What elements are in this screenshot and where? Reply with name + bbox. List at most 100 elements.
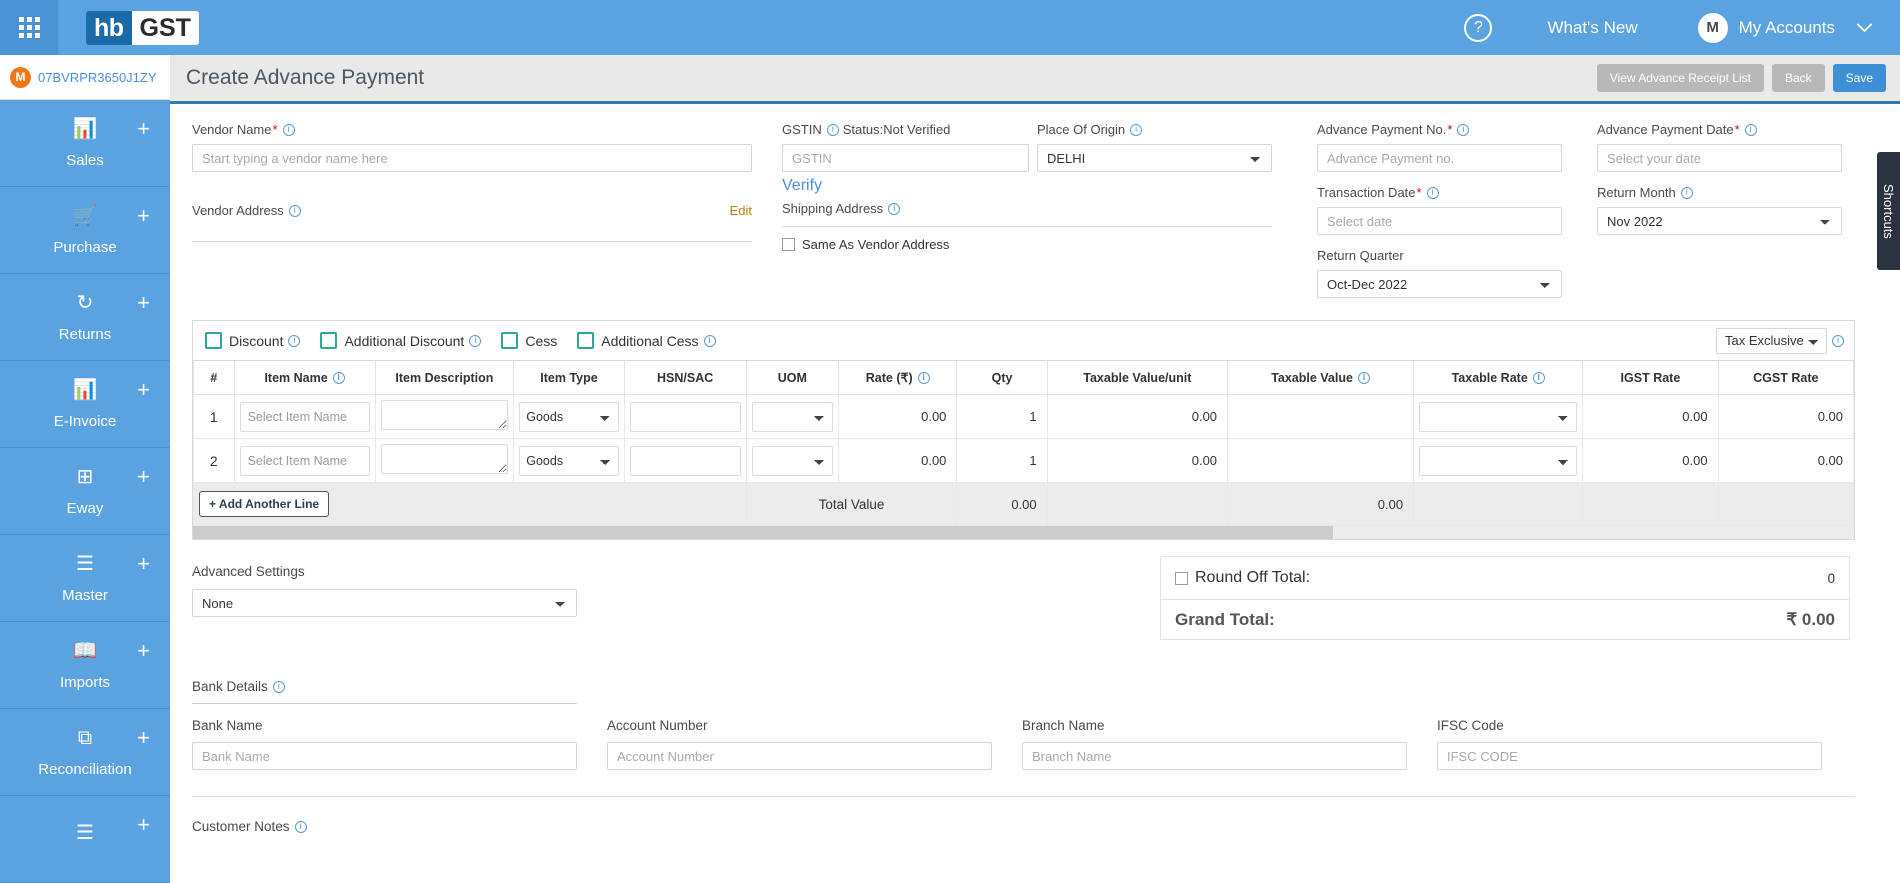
toggle-additional-cess[interactable]: Additional Cess i <box>577 332 716 349</box>
item-name-cell[interactable] <box>233 394 376 439</box>
item-name-input[interactable] <box>239 401 370 432</box>
info-icon[interactable]: i <box>1744 123 1757 136</box>
sidebar-item-master[interactable]: ☰ Master + <box>0 535 170 622</box>
hsn-sac-input[interactable] <box>629 401 741 432</box>
tax-mode-select[interactable]: Tax Exclusive <box>1716 327 1827 354</box>
vendor-address-field[interactable] <box>192 218 752 242</box>
hsn-sac-input[interactable] <box>629 445 741 476</box>
sidebar-gstin-row[interactable]: M 07BVRPR3650J1ZY <box>0 55 170 100</box>
advance-payment-no-input[interactable] <box>1317 144 1562 172</box>
add-another-line-button[interactable]: + Add Another Line <box>199 491 330 517</box>
vendor-name-input[interactable] <box>192 144 752 172</box>
toggle-cess[interactable]: Cess <box>501 332 557 349</box>
info-icon[interactable]: i <box>288 204 301 217</box>
view-advance-receipt-list-button[interactable]: View Advance Receipt List <box>1596 64 1764 92</box>
my-accounts-menu[interactable]: M My Accounts <box>1697 12 1872 43</box>
checkbox[interactable] <box>501 332 519 349</box>
apps-grid-button[interactable] <box>0 0 58 55</box>
taxable-rate-select[interactable] <box>1419 445 1578 476</box>
sidebar-item-more[interactable]: ☰ + <box>0 796 170 883</box>
verify-link[interactable]: Verify <box>782 177 822 195</box>
info-icon[interactable]: i <box>282 123 295 136</box>
horizontal-scrollbar-track[interactable] <box>193 526 1854 539</box>
info-icon[interactable]: i <box>703 334 716 347</box>
same-as-vendor-address-row[interactable]: Same As Vendor Address <box>782 237 1029 252</box>
uom-select[interactable] <box>751 401 834 432</box>
sidebar-item-add-icon[interactable]: + <box>137 553 150 575</box>
info-icon[interactable]: i <box>288 334 301 347</box>
return-quarter-select[interactable]: Oct-Dec 2022 <box>1317 270 1562 298</box>
sidebar-item-add-icon[interactable]: + <box>137 379 150 401</box>
save-button[interactable]: Save <box>1832 64 1886 92</box>
item-type-select[interactable]: Goods <box>519 401 619 432</box>
item-description-input[interactable] <box>380 400 509 430</box>
bank-field-input[interactable] <box>192 742 577 770</box>
checkbox[interactable] <box>577 332 595 349</box>
rate-cell[interactable]: 0.00 <box>838 394 958 439</box>
app-logo[interactable]: hb GST <box>86 10 199 45</box>
transaction-date-input[interactable] <box>1317 207 1562 235</box>
sidebar-item-add-icon[interactable]: + <box>137 640 150 662</box>
sidebar-item-eway[interactable]: ⊞ Eway + <box>0 448 170 535</box>
item-description-input[interactable] <box>380 444 509 474</box>
info-icon[interactable]: i <box>1457 123 1470 136</box>
item-type-cell[interactable]: Goods <box>513 438 625 483</box>
taxable-rate-cell[interactable] <box>1413 394 1584 439</box>
sidebar-item-e-invoice[interactable]: 📊 E-Invoice + <box>0 361 170 448</box>
item-type-cell[interactable]: Goods <box>513 394 625 439</box>
uom-cell[interactable] <box>745 438 840 483</box>
return-month-select[interactable]: Nov 2022 <box>1597 207 1842 235</box>
info-icon[interactable]: i <box>1832 334 1844 347</box>
checkbox[interactable] <box>320 332 338 349</box>
uom-cell[interactable] <box>745 394 840 439</box>
item-description-cell[interactable] <box>374 394 515 439</box>
qty-cell[interactable]: 1 <box>956 394 1048 439</box>
help-icon[interactable]: ? <box>1464 13 1493 42</box>
bank-field-input[interactable] <box>607 742 992 770</box>
checkbox[interactable] <box>205 332 222 349</box>
toggle-additional-discount[interactable]: Additional Discount i <box>320 332 482 349</box>
bank-field-input[interactable] <box>1022 742 1407 770</box>
info-icon[interactable]: i <box>826 123 839 136</box>
round-off-checkbox[interactable] <box>1175 571 1188 585</box>
hsn-sac-cell[interactable] <box>623 394 747 439</box>
sidebar-item-purchase[interactable]: 🛒 Purchase + <box>0 187 170 274</box>
sidebar-item-sales[interactable]: 📊 Sales + <box>0 100 170 187</box>
item-type-select[interactable]: Goods <box>519 445 619 476</box>
info-icon[interactable]: i <box>888 202 901 215</box>
place-of-origin-select[interactable]: DELHI <box>1037 144 1272 172</box>
info-icon[interactable]: i <box>1357 371 1370 384</box>
info-icon[interactable]: i <box>469 334 482 347</box>
info-icon[interactable]: i <box>1130 123 1143 136</box>
sidebar-item-returns[interactable]: ↻ Returns + <box>0 274 170 361</box>
taxable-rate-select[interactable] <box>1419 401 1578 432</box>
gstin-input[interactable] <box>782 144 1029 172</box>
vendor-address-edit-link[interactable]: Edit <box>730 203 752 218</box>
item-description-cell[interactable] <box>374 438 515 483</box>
advanced-settings-select[interactable]: None <box>192 589 577 617</box>
info-icon[interactable]: i <box>272 680 285 693</box>
sidebar-item-add-icon[interactable]: + <box>137 292 150 314</box>
info-icon[interactable]: i <box>1532 371 1545 384</box>
qty-cell[interactable]: 1 <box>956 438 1048 483</box>
sidebar-item-add-icon[interactable]: + <box>137 727 150 749</box>
sidebar-item-add-icon[interactable]: + <box>137 205 150 227</box>
info-icon[interactable]: i <box>1680 186 1693 199</box>
sidebar-item-reconciliation[interactable]: ⧉ Reconciliation + <box>0 709 170 796</box>
sidebar-item-add-icon[interactable]: + <box>137 466 150 488</box>
info-icon[interactable]: i <box>332 371 345 384</box>
info-icon[interactable]: i <box>917 371 930 384</box>
same-as-vendor-address-checkbox[interactable] <box>782 238 795 251</box>
sidebar-item-add-icon[interactable]: + <box>137 118 150 140</box>
item-name-input[interactable] <box>239 445 370 476</box>
sidebar-item-imports[interactable]: 📖 Imports + <box>0 622 170 709</box>
hsn-sac-cell[interactable] <box>623 438 747 483</box>
uom-select[interactable] <box>751 445 834 476</box>
advance-payment-date-input[interactable] <box>1597 144 1842 172</box>
toggle-discount[interactable]: Discount i <box>205 332 301 349</box>
info-icon[interactable]: i <box>294 820 307 833</box>
bank-field-input[interactable] <box>1437 742 1822 770</box>
whats-new-link[interactable]: What's New <box>1547 18 1637 38</box>
item-name-cell[interactable] <box>233 438 376 483</box>
back-button[interactable]: Back <box>1771 64 1825 92</box>
